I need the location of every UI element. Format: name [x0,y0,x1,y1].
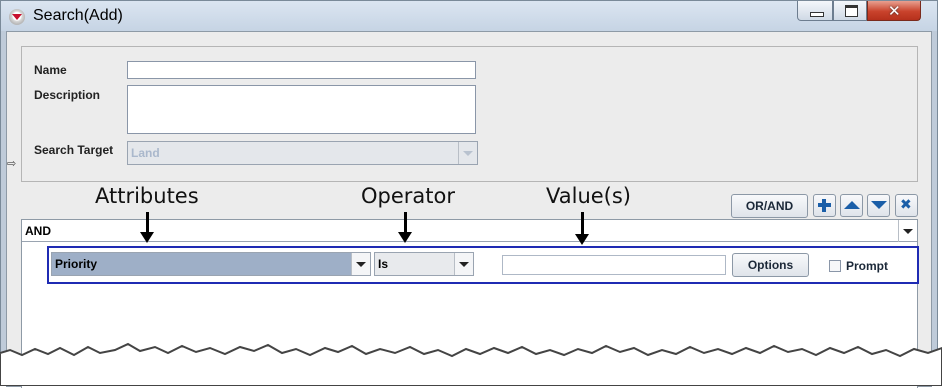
prompt-label: Prompt [846,259,888,273]
operator-annotation: Operator [361,184,455,208]
group-operator-dropdown[interactable]: AND [22,220,917,242]
values-annotation: Value(s) [546,184,631,208]
options-button[interactable]: Options [732,253,809,277]
chevron-down-icon [458,142,477,164]
search-target-value: Land [131,146,160,160]
dialog-content: ⇨ Name Description Search Target Land OR… [6,31,932,388]
value-field[interactable] [502,255,726,275]
attribute-value: Priority [55,257,98,271]
search-target-dropdown[interactable]: Land [127,141,478,165]
chevron-down-icon [898,220,917,242]
details-panel: Name Description Search Target Land [21,46,918,182]
prompt-checkbox[interactable] [829,260,841,272]
name-field[interactable] [127,61,476,79]
delete-criterion-button[interactable] [895,194,918,217]
or-and-button[interactable]: OR/AND [731,194,808,218]
chevron-down-icon [454,253,473,275]
description-field[interactable] [127,85,476,134]
name-label: Name [34,63,67,77]
maximize-button[interactable] [833,1,867,21]
app-icon [9,9,25,25]
move-down-button[interactable] [867,194,890,217]
search-target-label: Search Target [34,143,114,157]
minimize-button[interactable] [797,1,833,21]
maximize-icon [845,5,858,17]
splitter-arrow-icon[interactable]: ⇨ [7,157,16,170]
values-pointer-arrow-icon [575,212,589,245]
minimize-icon [810,12,824,17]
description-label: Description [34,88,101,102]
attribute-dropdown[interactable]: Priority [51,252,371,276]
chevron-down-icon [351,253,370,275]
operator-value: Is [378,257,389,271]
close-icon: ✕ [888,2,901,20]
attributes-pointer-arrow-icon [140,212,154,243]
group-operator-value: AND [25,224,51,238]
operator-pointer-arrow-icon [398,212,412,243]
move-up-button[interactable] [840,194,863,217]
title-bar[interactable]: Search(Add) ✕ [1,1,937,31]
window-title: Search(Add) [33,7,123,24]
operator-dropdown[interactable]: Is [374,252,474,276]
close-button[interactable]: ✕ [867,1,921,21]
criterion-row: Priority Is Options Prompt [47,246,919,284]
attributes-annotation: Attributes [95,184,199,208]
torn-edge [0,342,942,386]
add-criterion-button[interactable] [813,194,836,217]
